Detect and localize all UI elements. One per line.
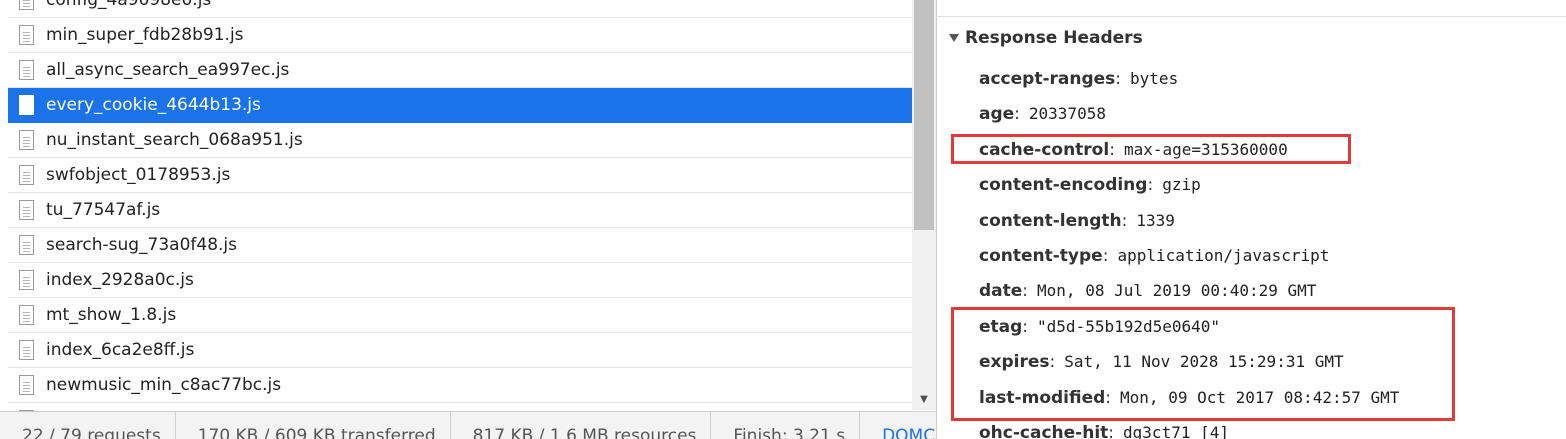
header-separator: : [1115, 69, 1122, 89]
validation-headers-highlight-box [951, 307, 1455, 421]
status-transferred: 170 KB / 609 KB transferred [176, 412, 451, 439]
request-row[interactable]: all_async_search_ea997ec.js [8, 53, 912, 88]
request-row[interactable]: index_6ca2e8ff.js [8, 333, 912, 368]
header-value: Mon, 08 Jul 2019 00:40:29 GMT [1037, 281, 1317, 301]
scroll-down-arrow-icon[interactable]: ▼ [912, 390, 936, 410]
script-file-icon [19, 25, 34, 45]
status-bar: 22 / 79 requests 170 KB / 609 KB transfe… [0, 411, 936, 439]
request-row[interactable]: swfobject_0178953.js [8, 158, 912, 193]
header-name: content-encoding [979, 175, 1148, 196]
header-row: age: 20337058 [979, 102, 1106, 126]
script-file-icon [19, 375, 34, 395]
header-row: accept-ranges: bytes [979, 67, 1178, 91]
request-name: index_6ca2e8ff.js [46, 340, 195, 360]
script-file-icon [19, 130, 34, 150]
header-row: content-encoding: gzip [979, 173, 1201, 197]
request-name: tu_77547af.js [46, 200, 161, 220]
header-separator: : [1102, 246, 1109, 266]
request-name: swfobject_0178953.js [46, 165, 231, 185]
request-name: nu_instant_search_068a951.js [46, 130, 303, 150]
header-value: gzip [1162, 175, 1201, 195]
script-file-icon [19, 165, 34, 185]
request-name: config_4a9098e0.js [46, 0, 212, 10]
script-file-icon [19, 235, 34, 255]
header-name: ohc-cache-hit [979, 423, 1109, 439]
header-row: date: Mon, 08 Jul 2019 00:40:29 GMT [979, 279, 1316, 303]
script-file-icon [19, 270, 34, 290]
request-row[interactable]: config_4a9098e0.js [8, 0, 912, 18]
request-row[interactable]: newmusic_min_c8ac77bc.js [8, 368, 912, 403]
request-row[interactable]: search-sug_73a0f48.js [8, 228, 912, 263]
scrollbar-thumb[interactable] [914, 0, 934, 230]
request-row[interactable]: mt_show_1.8.js [8, 298, 912, 333]
script-file-icon [19, 0, 34, 10]
header-row: content-type: application/javascript [979, 244, 1329, 268]
header-value: bytes [1130, 69, 1179, 88]
triangle-down-icon [949, 34, 959, 42]
response-headers-title: Response Headers [965, 28, 1143, 48]
header-name: accept-ranges [979, 69, 1116, 89]
request-row[interactable]: nu_instant_search_068a951.js [8, 123, 912, 158]
request-list-scrollbar[interactable]: ▼ [912, 0, 936, 410]
header-row: ohc-cache-hit: dg3ct71 [4] [979, 421, 1229, 439]
request-name: mt_show_1.8.js [46, 305, 177, 325]
request-name: all_async_search_ea997ec.js [46, 60, 290, 80]
header-name: age [979, 104, 1015, 125]
response-headers-toggle[interactable]: Response Headers [949, 28, 1143, 48]
header-value: 1339 [1136, 210, 1175, 230]
request-name: min_super_fdb28b91.js [46, 25, 244, 45]
header-separator: : [1147, 175, 1154, 196]
header-value: application/javascript [1117, 246, 1330, 265]
header-row: content-length: 1339 [979, 209, 1175, 233]
request-name: every_cookie_4644b13.js [46, 95, 261, 115]
script-file-icon [19, 95, 34, 115]
script-file-icon [19, 305, 34, 325]
header-value: 20337058 [1028, 104, 1106, 124]
header-separator: : [1022, 281, 1029, 302]
header-value: dg3ct71 [4] [1123, 423, 1229, 439]
section-divider [937, 16, 1566, 17]
request-row[interactable]: tu_77547af.js [8, 193, 912, 228]
request-row[interactable]: every_cookie_4644b13.js [8, 88, 912, 123]
status-requests: 22 / 79 requests [0, 412, 176, 439]
request-name: search-sug_73a0f48.js [46, 235, 237, 255]
script-file-icon [19, 200, 34, 220]
headers-pane: Response Headers accept-ranges: bytes age:… [937, 0, 1566, 439]
request-row[interactable]: index_2928a0c.js [8, 263, 912, 298]
request-name: index_2928a0c.js [46, 270, 194, 290]
status-resources: 817 KB / 1.6 MB resources [451, 412, 712, 439]
script-file-icon [19, 60, 34, 80]
status-finish: Finish: 3.21 s [711, 412, 861, 439]
request-list: config_4a9098e0.js min_super_fdb28b91.jsa… [8, 0, 912, 438]
header-separator: : [1108, 423, 1115, 439]
header-separator: : [1121, 210, 1128, 231]
header-name: content-type [979, 246, 1103, 266]
header-separator: : [1014, 104, 1020, 125]
status-domcontentloaded[interactable]: DOMContentLoaded [860, 412, 936, 439]
cache-control-highlight-box [951, 134, 1351, 164]
script-file-icon [19, 340, 34, 360]
header-name: date [979, 281, 1023, 302]
request-name: newmusic_min_c8ac77bc.js [46, 375, 282, 395]
request-list-pane: config_4a9098e0.js min_super_fdb28b91.jsa… [0, 0, 936, 439]
request-row[interactable]: min_super_fdb28b91.js [8, 18, 912, 53]
header-name: content-length [979, 210, 1122, 231]
